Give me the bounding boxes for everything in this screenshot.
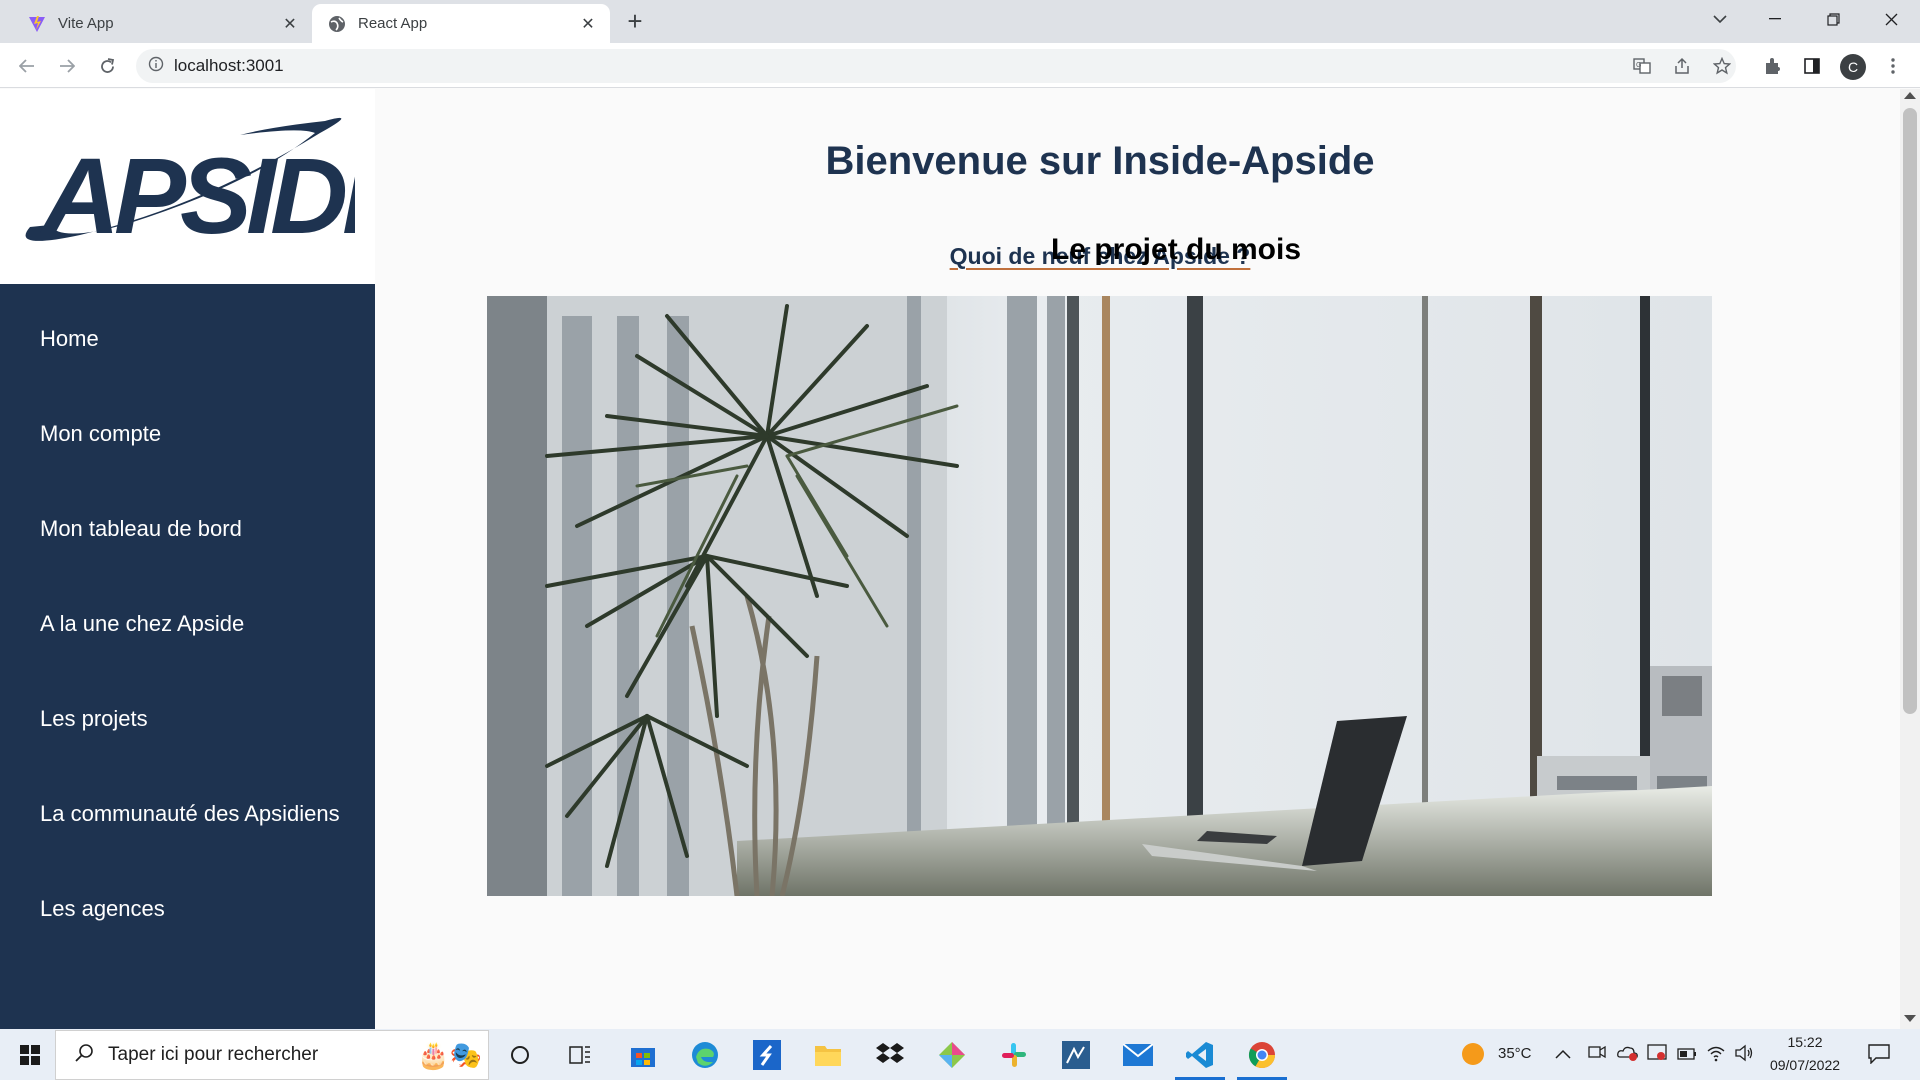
globe-icon: [328, 15, 346, 33]
back-icon[interactable]: [10, 49, 44, 83]
close-window-icon[interactable]: [1862, 0, 1920, 38]
apside-logo[interactable]: APSIDE: [20, 115, 355, 255]
sidebar-nav: Home Mon compte Mon tableau de bord A la…: [0, 284, 375, 1029]
nav-item-agences[interactable]: Les agences: [40, 896, 165, 922]
file-explorer-icon[interactable]: [803, 1032, 853, 1078]
scroll-up-arrow-icon[interactable]: [1904, 92, 1916, 99]
nav-item-home[interactable]: Home: [40, 326, 99, 352]
gitkraken-icon[interactable]: [927, 1032, 977, 1078]
page-viewport: APSIDE Home Mon compte Mon tableau de bo…: [0, 89, 1900, 1029]
tab-title: Vite App: [58, 15, 114, 32]
sourcetree-icon[interactable]: [742, 1032, 792, 1078]
search-placeholder: Taper ici pour rechercher: [108, 1044, 319, 1065]
search-highlight-icon: 🎂🎭: [417, 1039, 482, 1070]
side-panel-icon[interactable]: [1795, 49, 1829, 83]
logo-wordmark: APSIDE: [39, 135, 355, 255]
info-icon[interactable]: [148, 56, 164, 77]
menu-kebab-icon[interactable]: [1876, 49, 1910, 83]
restore-icon[interactable]: [1804, 0, 1862, 38]
new-tab-icon[interactable]: +: [618, 4, 652, 38]
bookmark-star-icon[interactable]: [1705, 49, 1739, 83]
forward-icon[interactable]: [50, 49, 84, 83]
slack-icon[interactable]: [989, 1032, 1039, 1078]
scrollbar-thumb[interactable]: [1903, 108, 1917, 714]
address-bar[interactable]: localhost:3001: [136, 49, 1736, 83]
taskbar-search-box[interactable]: Taper ici pour rechercher 🎂🎭: [55, 1030, 489, 1080]
page-title: Bienvenue sur Inside-Apside: [825, 139, 1375, 183]
meet-now-icon[interactable]: [1588, 1044, 1606, 1065]
hero-caption: Le projet du mois: [1051, 233, 1302, 266]
tab-vite-app[interactable]: Vite App ✕: [12, 4, 312, 43]
minimize-icon[interactable]: [1746, 0, 1804, 38]
network-status-icon[interactable]: [1647, 1044, 1667, 1067]
chrome-icon[interactable]: [1237, 1032, 1287, 1078]
windows-start-icon[interactable]: [5, 1032, 55, 1078]
hero-office-image: [487, 296, 1712, 896]
nav-item-mon-compte[interactable]: Mon compte: [40, 421, 161, 447]
tab-react-app[interactable]: React App ✕: [312, 4, 610, 43]
task-view-icon[interactable]: [555, 1032, 605, 1078]
nav-item-tableau-de-bord[interactable]: Mon tableau de bord: [40, 516, 242, 542]
profile-avatar[interactable]: C: [1840, 54, 1866, 80]
dropbox-icon[interactable]: [865, 1032, 915, 1078]
clock-time[interactable]: 15:22: [1768, 1034, 1842, 1050]
reload-icon[interactable]: [90, 49, 124, 83]
vscode-icon[interactable]: [1175, 1032, 1225, 1078]
edge-icon[interactable]: [680, 1032, 730, 1078]
close-tab-icon[interactable]: ✕: [578, 14, 598, 34]
onedrive-error-icon[interactable]: [1617, 1044, 1639, 1067]
share-icon[interactable]: [1665, 49, 1699, 83]
tray-chevron-up-icon[interactable]: [1555, 1046, 1571, 1064]
weather-sun-icon[interactable]: [1462, 1043, 1484, 1065]
notifications-icon[interactable]: [1868, 1044, 1890, 1069]
translate-icon[interactable]: G: [1625, 49, 1659, 83]
scroll-down-arrow-icon[interactable]: [1904, 1015, 1916, 1022]
tab-search-chevron-icon[interactable]: [1703, 2, 1737, 36]
wifi-icon[interactable]: [1706, 1044, 1726, 1067]
logo-area: APSIDE: [0, 89, 375, 284]
nav-item-projets[interactable]: Les projets: [40, 706, 148, 732]
tab-title: React App: [358, 15, 428, 32]
nav-item-communaute[interactable]: La communauté des Apsidiens: [40, 801, 340, 827]
vite-icon: [28, 15, 46, 33]
url-text[interactable]: localhost:3001: [174, 56, 284, 76]
search-icon: [74, 1043, 94, 1068]
microsoft-store-icon[interactable]: [618, 1032, 668, 1078]
nav-item-a-la-une[interactable]: A la une chez Apside: [40, 611, 244, 637]
generic-app-icon[interactable]: [1051, 1032, 1101, 1078]
clock-date[interactable]: 09/07/2022: [1768, 1057, 1842, 1073]
cortana-icon[interactable]: [495, 1032, 545, 1078]
extensions-icon[interactable]: [1755, 49, 1789, 83]
volume-icon[interactable]: [1734, 1044, 1754, 1067]
battery-icon[interactable]: [1677, 1047, 1697, 1065]
svg-text:G: G: [1636, 62, 1641, 69]
weather-temperature[interactable]: 35°C: [1498, 1045, 1532, 1062]
close-tab-icon[interactable]: ✕: [280, 14, 300, 34]
mail-icon[interactable]: [1113, 1032, 1163, 1078]
